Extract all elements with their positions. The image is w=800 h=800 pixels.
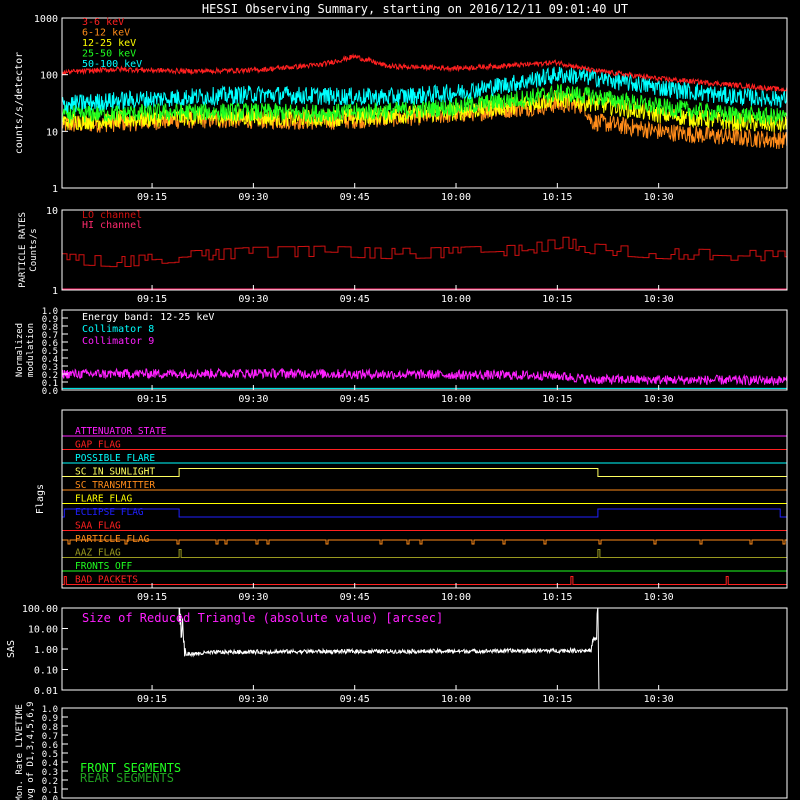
y-tick-label: 0.1 [42, 786, 58, 796]
y-tick-label: 10 [46, 206, 58, 217]
x-tick-label: 10:30 [644, 694, 674, 705]
flag-label: SAA FLAG [75, 521, 121, 532]
flag-label: AAZ FLAG [75, 548, 121, 559]
y-axis-label-line1: PARTICLE RATES [18, 212, 28, 288]
flag-trace [62, 576, 787, 585]
flag-label: FLARE FLAG [75, 494, 132, 505]
y-tick-label: 0.4 [42, 759, 58, 769]
y-tick-label: 1 [52, 184, 58, 195]
x-tick-label: 09:30 [238, 694, 268, 705]
y-tick-label: 0.7 [42, 732, 58, 742]
x-tick-label: 09:15 [137, 294, 167, 305]
y-axis-label-line1: Normalized [15, 323, 25, 377]
x-tick-label: 10:00 [441, 694, 471, 705]
plot-canvas: HESSI Observing Summary, starting on 201… [6, 2, 788, 800]
y-axis-label: SAS [6, 640, 17, 658]
x-tick-label: 09:45 [340, 394, 370, 405]
y-tick-label: 0.01 [34, 686, 58, 697]
x-tick-label: 09:15 [137, 394, 167, 405]
y-tick-label: 0.5 [42, 750, 58, 760]
legend-entry: 3-6 keV [82, 17, 124, 28]
x-tick-label: 09:30 [238, 592, 268, 603]
x-tick-label: 10:30 [644, 394, 674, 405]
x-tick-label: 09:45 [340, 694, 370, 705]
sas-annotation: Size of Reduced Triangle (absolute value… [82, 611, 443, 625]
x-tick-label: 10:00 [441, 294, 471, 305]
x-tick-label: 09:45 [340, 592, 370, 603]
x-tick-label: 10:00 [441, 192, 471, 203]
page-title: HESSI Observing Summary, starting on 201… [202, 2, 628, 16]
x-tick-label: 09:15 [137, 192, 167, 203]
flag-label: FRONTS OFF [75, 561, 132, 572]
flag-trace [62, 508, 787, 518]
x-tick-label: 10:15 [542, 592, 572, 603]
flag-trace [62, 539, 787, 545]
x-tick-label: 09:30 [238, 394, 268, 405]
legend-entry: REAR SEGMENTS [80, 771, 174, 785]
y-axis-label: Flags [35, 484, 46, 514]
panel-frame-0 [61, 17, 788, 189]
flag-trace [62, 468, 787, 477]
series-line-0 [62, 236, 787, 268]
flag-label: GAP FLAG [75, 440, 121, 451]
y-tick-label: 0.8 [42, 723, 58, 733]
y-axis-label: counts/s/detector [14, 52, 25, 154]
y-axis-label-line2: Counts/s [29, 228, 39, 271]
x-tick-label: 10:15 [542, 394, 572, 405]
legend-entry: 50-100 keV [82, 59, 142, 70]
x-tick-label: 10:30 [644, 592, 674, 603]
y-tick-label: 1.0 [42, 307, 58, 317]
legend-entry: 12-25 keV [82, 38, 136, 49]
x-tick-label: 09:15 [137, 592, 167, 603]
panel-frame-3 [61, 409, 788, 589]
flag-label: SC TRANSMITTER [75, 480, 155, 491]
x-tick-label: 10:30 [644, 192, 674, 203]
legend-entry: Collimator 8 [82, 324, 154, 335]
flag-label: BAD PACKETS [75, 575, 138, 586]
y-tick-label: 0.10 [34, 666, 58, 677]
x-tick-label: 10:15 [542, 192, 572, 203]
y-tick-label: 0.2 [42, 777, 58, 787]
hessi-summary-plot: HESSI Observing Summary, starting on 201… [0, 0, 800, 800]
legend-entry: 25-50 keV [82, 49, 136, 60]
y-axis-label-line2: avg of D1,3,4,5,6,9 [26, 702, 36, 800]
x-tick-label: 09:45 [340, 192, 370, 203]
x-tick-label: 09:30 [238, 294, 268, 305]
x-tick-label: 10:30 [644, 294, 674, 305]
flag-label: SC IN SUNLIGHT [75, 467, 155, 478]
legend-entry: HI channel [82, 220, 142, 231]
x-tick-label: 09:30 [238, 192, 268, 203]
x-tick-label: 09:15 [137, 694, 167, 705]
y-tick-label: 100 [40, 71, 58, 82]
y-tick-label: 1.00 [34, 645, 58, 656]
y-tick-label: 10 [46, 127, 58, 138]
flag-label: POSSIBLE FLARE [75, 453, 155, 464]
x-tick-label: 09:45 [340, 294, 370, 305]
flag-label: ATTENUATOR STATE [75, 426, 167, 437]
y-tick-label: 0.9 [42, 714, 58, 724]
x-tick-label: 10:00 [441, 592, 471, 603]
y-tick-label: 1.0 [42, 705, 58, 715]
energy-band-annotation: Energy band: 12-25 keV [82, 312, 214, 323]
x-tick-label: 10:15 [542, 294, 572, 305]
y-tick-label: 1000 [34, 14, 58, 25]
series-line-1 [61, 367, 788, 387]
y-tick-label: 1 [52, 286, 58, 297]
y-axis-label-line2: modulation [26, 323, 36, 377]
flag-trace [62, 549, 787, 558]
y-tick-label: 0.3 [42, 768, 58, 778]
y-tick-label: 100.00 [22, 604, 58, 615]
legend-entry: Collimator 9 [82, 336, 154, 347]
y-axis-label-line1: Mon. Rate LIVETIME [15, 704, 25, 800]
x-tick-label: 10:15 [542, 694, 572, 705]
panel-frame-1 [61, 209, 788, 291]
x-tick-label: 10:00 [441, 394, 471, 405]
y-tick-label: 10.00 [28, 625, 58, 636]
y-tick-label: 0.6 [42, 741, 58, 751]
legend-entry: 6-12 keV [82, 28, 130, 39]
